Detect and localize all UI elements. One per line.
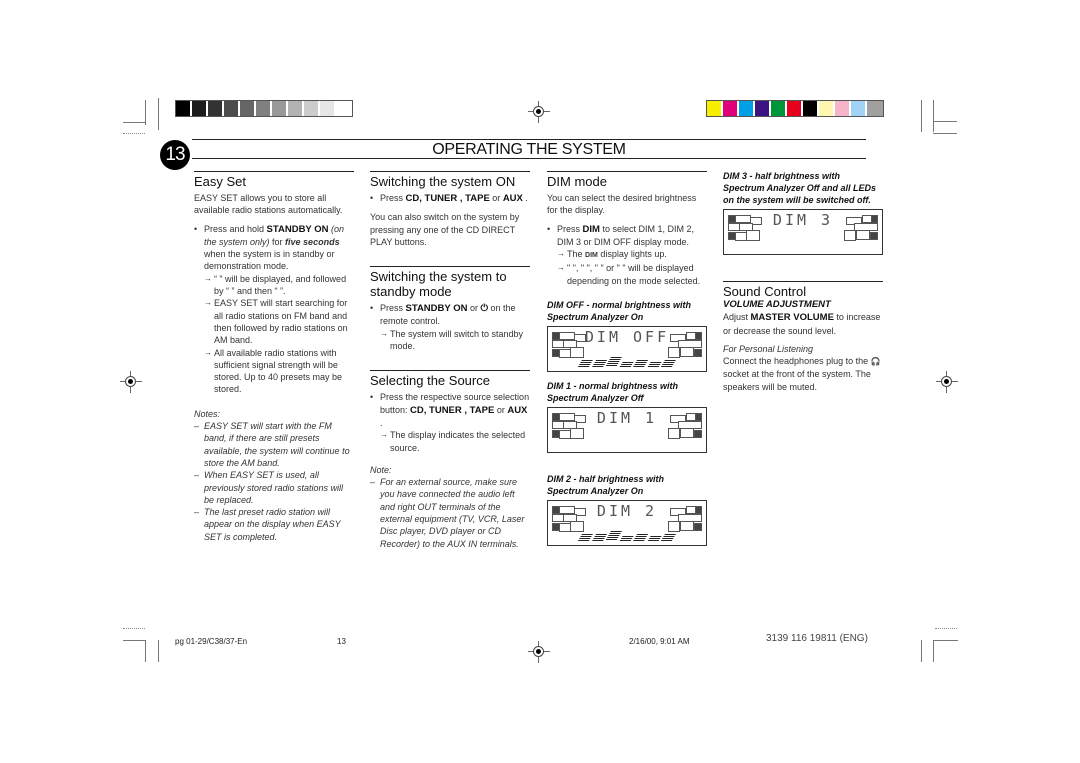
- spectrum-bar: [661, 360, 676, 368]
- color-swatch: [867, 101, 883, 116]
- registration-mark-top: [528, 101, 550, 123]
- lcd-display-text: DIM OFF: [584, 328, 670, 347]
- switch-on-heading: Switching the system ON: [370, 171, 530, 189]
- dim-2-caption: DIM 2 - half brightness with Spectrum An…: [547, 474, 665, 497]
- dim-1-caption: DIM 1 - normal brightness with Spectrum …: [547, 381, 679, 404]
- footer-document-code: 3139 116 19811 (ENG): [766, 633, 868, 644]
- footer-file-name: pg 01-29/C38/37-En: [175, 637, 248, 646]
- source-step: Press the respective source selection bu…: [370, 391, 530, 429]
- dim-mode-section: DIM mode You can select the desired brig…: [547, 171, 707, 554]
- spectrum-bar: [647, 361, 662, 368]
- grayscale-swatch: [192, 101, 208, 116]
- power-icon: ⏻: [480, 303, 488, 315]
- grayscale-swatch: [320, 101, 336, 116]
- easy-set-note: When EASY SET is used, all previously st…: [194, 469, 354, 506]
- source-note: For an external source, make sure you ha…: [370, 476, 530, 550]
- easy-set-result-2: EASY SET will start searching for all ra…: [194, 297, 354, 346]
- dim-off-caption: DIM OFF - normal brightness with Spectru…: [547, 300, 691, 323]
- color-swatch: [851, 101, 867, 116]
- registration-mark-bottom: [528, 641, 550, 663]
- grayscale-swatch: [208, 101, 224, 116]
- dim-result-2: " ", " ", " " or " " will be displayed d…: [547, 262, 707, 287]
- registration-mark-left: [120, 371, 142, 393]
- lcd-display-dim-3: DIM 3: [723, 209, 883, 255]
- sound-heading: Sound Control: [723, 281, 883, 299]
- lcd-display-dim-2: DIM 2: [547, 500, 707, 547]
- grayscale-swatch: [224, 101, 240, 116]
- switch-on-para: You can also switch on the system by pre…: [370, 212, 520, 247]
- spectrum-bar: [647, 535, 662, 542]
- standby-heading: Switching the system to standby mode: [370, 266, 530, 299]
- volume-adjustment-subheading: VOLUME ADJUSTMENT: [723, 299, 831, 310]
- color-swatch: [835, 101, 851, 116]
- color-swatch: [787, 101, 803, 116]
- page-number-badge: 13: [160, 140, 190, 170]
- personal-listening-text: Connect the headphones plug to the 🎧 soc…: [723, 356, 881, 392]
- standby-on-key: STANDBY ON: [266, 223, 329, 235]
- easy-set-intro: EASY SET allows you to store all availab…: [194, 193, 343, 216]
- source-heading: Selecting the Source: [370, 370, 530, 388]
- switching-column: Switching the system ON Press CD, TUNER …: [370, 171, 530, 550]
- lcd-display-dim-off: DIM OFF: [547, 326, 707, 373]
- grayscale-swatch: [336, 101, 352, 116]
- grayscale-swatch: [176, 101, 192, 116]
- dim-result-1: The DIM display lights up.: [547, 248, 707, 262]
- lcd-display-text: DIM 3: [772, 211, 834, 229]
- grayscale-swatch: [240, 101, 256, 116]
- standby-result: The system will switch to standby mode.: [370, 328, 530, 353]
- dim-intro: You can select the desired brightness fo…: [547, 193, 697, 216]
- source-result: The display indicates the selected sourc…: [370, 429, 530, 454]
- color-swatch: [707, 101, 723, 116]
- grayscale-swatch: [304, 101, 320, 116]
- easy-set-step: Press and hold STANDBY ON (on the system…: [194, 223, 354, 273]
- spectrum-bar: [578, 534, 593, 542]
- dim3-sound-column: DIM 3 - half brightness with Spectrum An…: [723, 170, 883, 399]
- header-rule-top: [192, 139, 866, 140]
- easy-set-section: Easy Set EASY SET allows you to store al…: [194, 171, 354, 543]
- lcd-display-text: DIM 2: [596, 502, 658, 521]
- color-swatch: [739, 101, 755, 116]
- footer-page-number: 13: [337, 637, 346, 646]
- grayscale-calibration-strip: [175, 100, 353, 117]
- spectrum-bar: [578, 360, 593, 368]
- spectrum-analyzer: [578, 529, 676, 542]
- footer-timestamp: 2/16/00, 9:01 AM: [629, 637, 690, 646]
- easy-set-note: The last preset radio station will appea…: [194, 506, 354, 543]
- lcd-display-text: DIM 1: [596, 409, 658, 428]
- standby-step: Press STANDBY ON or ⏻ on the remote cont…: [370, 302, 530, 328]
- headphones-icon: 🎧: [870, 357, 881, 367]
- dim-heading: DIM mode: [547, 171, 707, 189]
- dim-3-caption: DIM 3 - half brightness with Spectrum An…: [723, 171, 877, 205]
- volume-adjust-text: Adjust MASTER VOLUME to increase or decr…: [723, 312, 881, 336]
- spectrum-bar: [633, 533, 649, 542]
- page-title: OPERATING THE SYSTEM: [432, 141, 626, 158]
- spectrum-analyzer: [578, 355, 676, 368]
- lcd-display-dim-1: DIM 1: [547, 407, 707, 454]
- color-swatch: [771, 101, 787, 116]
- color-swatch: [803, 101, 819, 116]
- personal-listening-label: For Personal Listening: [723, 343, 814, 354]
- dim-step: Press DIM to select DIM 1, DIM 2, DIM 3 …: [547, 223, 707, 249]
- spectrum-bar: [661, 534, 676, 542]
- color-swatch: [755, 101, 771, 116]
- easy-set-notes-label: Notes:: [194, 408, 221, 419]
- source-note-label: Note:: [370, 464, 392, 475]
- color-swatch: [819, 101, 835, 116]
- easy-set-result-3: All available radio stations with suffic…: [194, 347, 354, 396]
- color-calibration-strip: [706, 100, 884, 117]
- spectrum-bar: [633, 359, 649, 368]
- switch-on-step: Press CD, TUNER , TAPE or AUX .: [370, 192, 530, 205]
- registration-mark-right: [936, 371, 958, 393]
- grayscale-swatch: [272, 101, 288, 116]
- grayscale-swatch: [288, 101, 304, 116]
- easy-set-result-1: “ ” will be displayed, and followed by “…: [194, 273, 354, 298]
- easy-set-heading: Easy Set: [194, 171, 354, 189]
- grayscale-swatch: [256, 101, 272, 116]
- easy-set-note: EASY SET will start with the FM band, if…: [194, 420, 354, 469]
- color-swatch: [723, 101, 739, 116]
- header-rule-bottom: [192, 158, 866, 159]
